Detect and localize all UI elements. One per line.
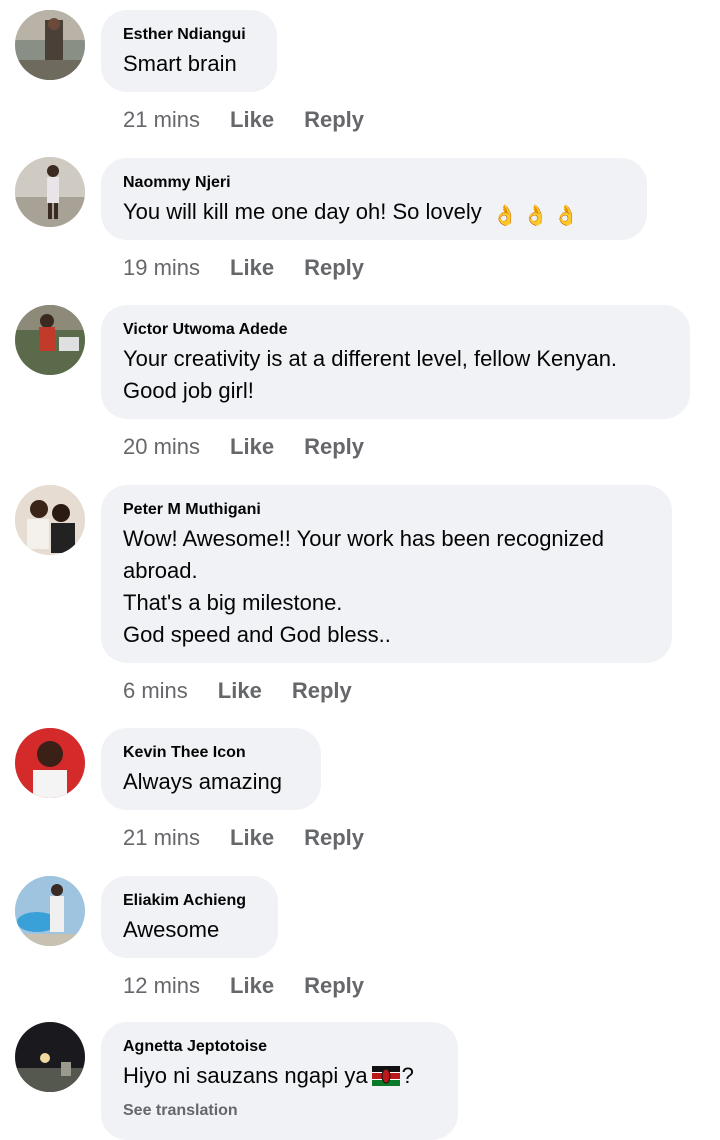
comment-text: Hiyo ni sauzans ngapi ya? <box>123 1060 436 1095</box>
comment-author[interactable]: Peter M Muthigani <box>123 499 650 521</box>
comment-line: Smart brain <box>123 51 237 76</box>
avatar[interactable] <box>15 305 85 375</box>
comment-line: You will kill me one day oh! So lovely 👌… <box>123 196 625 232</box>
avatar[interactable] <box>15 728 85 798</box>
comment-text: Smart brain <box>123 48 255 80</box>
comment-bubble: Agnetta Jeptotoise Hiyo ni sauzans ngapi… <box>101 1022 458 1140</box>
comment-time[interactable]: 19 mins <box>123 255 200 280</box>
see-translation-link[interactable]: See translation <box>123 1101 436 1121</box>
comment-bubble: Kevin Thee Icon Always amazing <box>101 728 321 810</box>
comment-time[interactable]: 21 mins <box>123 825 200 850</box>
comment-meta: 21 mins Like Reply <box>123 823 394 853</box>
comment-bubble: Victor Utwoma Adede Your creativity is a… <box>101 305 690 419</box>
comment-text: Always amazing <box>123 766 299 798</box>
comment-line: Your creativity is at a different level,… <box>123 346 618 371</box>
comment-line: Good job girl! <box>123 378 254 403</box>
avatar[interactable] <box>15 485 85 555</box>
comment-bubble: Peter M Muthigani Wow! Awesome!! Your wo… <box>101 485 672 663</box>
comment-text: Your creativity is at a different level,… <box>123 343 668 407</box>
comment-author[interactable]: Kevin Thee Icon <box>123 742 299 764</box>
comment-line: Always amazing <box>123 769 282 794</box>
like-button[interactable]: Like <box>218 678 262 703</box>
reply-button[interactable]: Reply <box>304 973 364 998</box>
reply-button[interactable]: Reply <box>304 434 364 459</box>
like-button[interactable]: Like <box>230 107 274 132</box>
comment-line: Hiyo ni sauzans ngapi ya? <box>123 1060 436 1095</box>
avatar[interactable] <box>15 1022 85 1092</box>
comment-author[interactable]: Agnetta Jeptotoise <box>123 1036 436 1058</box>
comment-time[interactable]: 21 mins <box>123 107 200 132</box>
comment-author[interactable]: Eliakim Achieng <box>123 890 256 912</box>
kenya-flag-icon <box>371 1063 400 1095</box>
comment-line: Wow! Awesome!! Your work has been recogn… <box>123 526 605 551</box>
comment-author[interactable]: Naommy Njeri <box>123 172 625 194</box>
comment-line: Awesome <box>123 917 220 942</box>
comment-time[interactable]: 20 mins <box>123 434 200 459</box>
comment-line: abroad. <box>123 558 198 583</box>
comment-text: Wow! Awesome!! Your work has been recogn… <box>123 523 650 651</box>
ok-hand-emoji-icon: 👌 👌 👌 <box>492 205 579 227</box>
comment-line-text: ? <box>401 1063 414 1088</box>
comment-meta: 6 mins Like Reply <box>123 676 382 706</box>
comment-author[interactable]: Victor Utwoma Adede <box>123 319 668 341</box>
comment-bubble: Esther Ndiangui Smart brain <box>101 10 277 92</box>
reply-button[interactable]: Reply <box>292 678 352 703</box>
comment-author[interactable]: Esther Ndiangui <box>123 24 255 46</box>
comment-time[interactable]: 6 mins <box>123 678 188 703</box>
comment-bubble: Naommy Njeri You will kill me one day oh… <box>101 158 647 240</box>
comment-time[interactable]: 12 mins <box>123 973 200 998</box>
like-button[interactable]: Like <box>230 973 274 998</box>
comment-line: God speed and God bless.. <box>123 622 391 647</box>
comment-text: Awesome <box>123 914 256 946</box>
comment-meta: 19 mins Like Reply <box>123 253 394 283</box>
avatar[interactable] <box>15 10 85 80</box>
comment-meta: 20 mins Like Reply <box>123 432 394 462</box>
comment-meta: 21 mins Like Reply <box>123 105 394 135</box>
reply-button[interactable]: Reply <box>304 255 364 280</box>
comment-meta: 12 mins Like Reply <box>123 971 394 1001</box>
avatar[interactable] <box>15 876 85 946</box>
comment-text: You will kill me one day oh! So lovely 👌… <box>123 196 625 232</box>
like-button[interactable]: Like <box>230 255 274 280</box>
comment-bubble: Eliakim Achieng Awesome <box>101 876 278 958</box>
like-button[interactable]: Like <box>230 825 274 850</box>
reply-button[interactable]: Reply <box>304 825 364 850</box>
like-button[interactable]: Like <box>230 434 274 459</box>
reply-button[interactable]: Reply <box>304 107 364 132</box>
comment-line: That's a big milestone. <box>123 590 343 615</box>
comment-line-text: Hiyo ni sauzans ngapi ya <box>123 1063 368 1088</box>
comment-line-text: You will kill me one day oh! So lovely <box>123 199 482 224</box>
avatar[interactable] <box>15 157 85 227</box>
